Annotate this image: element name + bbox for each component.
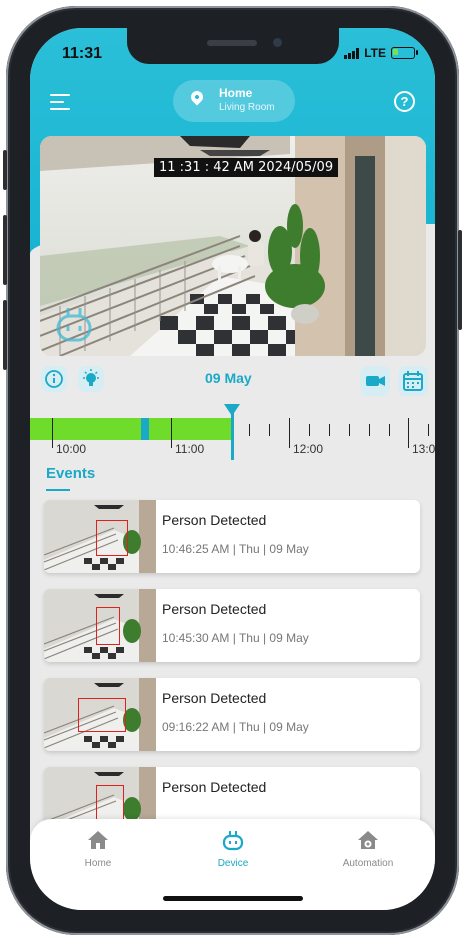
event-thumbnail (44, 500, 156, 573)
event-time: 10:46:25 AM | Thu | 09 May (162, 542, 309, 556)
event-thumbnail (44, 589, 156, 662)
nav-home[interactable]: Home (58, 829, 138, 869)
event-time: 10:45:30 AM | Thu | 09 May (162, 631, 309, 645)
nav-automation[interactable]: Automation (328, 829, 408, 869)
live-camera-feed[interactable]: 11 :31 : 42 AM 2024/05/09 (40, 136, 426, 356)
recording-button[interactable] (360, 366, 390, 396)
events-underline (46, 489, 70, 491)
calendar-icon (403, 371, 423, 391)
battery-icon (391, 47, 418, 59)
hamburger-menu-icon[interactable] (50, 94, 72, 110)
tick-minor (309, 424, 310, 436)
app-screen: 11:31 LTE Home Living Room ? 11:31: 42… (30, 28, 435, 910)
tick-label: 13:0 (412, 442, 435, 456)
tick-major (289, 418, 290, 448)
event-card[interactable]: Person Detected 10:45:30 AM | Thu | 09 M… (44, 589, 420, 662)
status-time: 11:31 (62, 45, 103, 62)
question-circle-icon[interactable]: ? (394, 91, 415, 112)
nav-label: Home (84, 858, 112, 869)
event-card[interactable]: Person Detected 10:46:25 AM | Thu | 09 M… (44, 500, 420, 573)
tick-major (171, 418, 172, 448)
tick-label: 11:00 (175, 442, 205, 456)
status-indicators: LTE (344, 46, 418, 60)
location-title: Home (219, 86, 253, 100)
tick-minor (349, 424, 350, 436)
light-bulb-icon (83, 369, 99, 386)
tick-minor (428, 424, 429, 436)
event-title: Person Detected (162, 601, 267, 617)
tick-minor (329, 424, 330, 436)
video-camera-icon (366, 376, 385, 386)
home-icon (88, 831, 108, 849)
info-button[interactable] (41, 366, 67, 392)
side-button (3, 150, 7, 190)
nav-label: Automation (342, 858, 394, 869)
event-thumbnail (44, 678, 156, 751)
tick-minor (389, 424, 390, 436)
detection-box (96, 607, 120, 645)
network-label: LTE (364, 46, 386, 60)
location-selector[interactable]: Home Living Room (173, 80, 295, 122)
info-icon (45, 370, 63, 388)
nav-device[interactable]: Device (193, 829, 273, 869)
light-button[interactable] (78, 366, 104, 392)
event-card[interactable]: Person Detected 09:16:22 AM | Thu | 09 M… (44, 678, 420, 751)
tick-major (52, 418, 53, 448)
events-heading: Events (46, 465, 96, 482)
selected-date[interactable]: 09 May (205, 370, 252, 386)
calendar-button[interactable] (398, 366, 428, 396)
event-title: Person Detected (162, 690, 267, 706)
location-subtitle: Living Room (219, 102, 275, 113)
timeline-recorded-segment (30, 418, 231, 440)
detection-box (96, 520, 128, 556)
tick-label: 12:00 (293, 442, 324, 456)
signal-icon (344, 47, 360, 59)
notch (127, 28, 339, 64)
volume-up-button (3, 215, 7, 285)
volume-down-button (3, 300, 7, 370)
timeline-event-marker (141, 418, 149, 440)
event-title: Person Detected (162, 779, 267, 795)
event-time: 09:16:22 AM | Thu | 09 May (162, 720, 309, 734)
tick-minor (369, 424, 370, 436)
event-title: Person Detected (162, 512, 267, 528)
timeline-playhead[interactable] (224, 404, 240, 460)
detection-box (78, 698, 126, 732)
nav-label: Device (217, 858, 249, 869)
recording-timeline[interactable]: 10:00 11:00 12:00 13:0 (30, 404, 435, 460)
location-pin-icon (188, 88, 206, 106)
detection-box (96, 785, 124, 821)
feed-timestamp: 11 :31 : 42 AM 2024/05/09 (154, 158, 339, 177)
tick-minor (249, 424, 250, 436)
tick-major (408, 418, 409, 448)
robot-camera-logo (56, 308, 92, 342)
home-gear-icon (358, 831, 378, 849)
tick-minor (269, 424, 270, 436)
robot-device-icon (222, 831, 244, 851)
tick-label: 10:00 (56, 442, 87, 456)
home-indicator (163, 896, 303, 901)
power-button (458, 230, 462, 330)
